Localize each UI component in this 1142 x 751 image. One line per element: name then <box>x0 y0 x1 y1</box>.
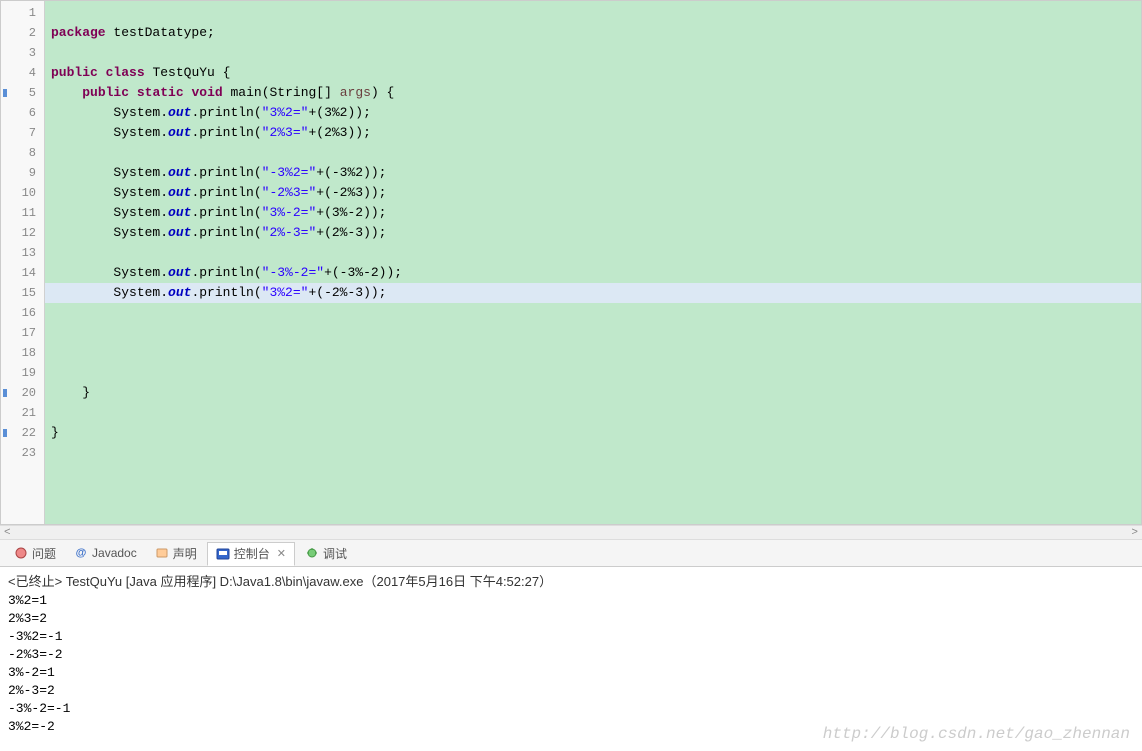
gutter-line: 22 <box>1 423 44 443</box>
code-line[interactable] <box>45 143 1141 163</box>
code-line[interactable] <box>45 443 1141 463</box>
console-line: 2%-3=2 <box>8 682 1134 700</box>
console-line: 3%-2=1 <box>8 664 1134 682</box>
editor-pane: 1234567891011121314151617181920212223 pa… <box>0 0 1142 525</box>
tab-console[interactable]: 控制台 ✕ <box>207 542 295 566</box>
close-icon[interactable]: ✕ <box>277 547 286 560</box>
javadoc-icon: @ <box>74 546 88 560</box>
code-line[interactable] <box>45 43 1141 63</box>
code-line[interactable] <box>45 343 1141 363</box>
code-line[interactable] <box>45 243 1141 263</box>
tab-console-label: 控制台 <box>234 545 270 562</box>
code-line[interactable] <box>45 323 1141 343</box>
declaration-icon <box>155 546 169 560</box>
gutter-line: 2 <box>1 23 44 43</box>
tab-javadoc-label: Javadoc <box>92 546 137 560</box>
console-output[interactable]: 3%2=12%3=2-3%2=-1-2%3=-23%-2=12%-3=2-3%-… <box>8 592 1134 736</box>
code-area[interactable]: package testDatatype; public class TestQu… <box>45 1 1141 524</box>
code-line[interactable]: System.out.println("3%2="+(3%2)); <box>45 103 1141 123</box>
code-line[interactable] <box>45 303 1141 323</box>
code-line[interactable]: System.out.println("-3%2="+(-3%2)); <box>45 163 1141 183</box>
code-line[interactable] <box>45 363 1141 383</box>
code-line[interactable]: public class TestQuYu { <box>45 63 1141 83</box>
scroll-left-icon[interactable]: < <box>4 527 11 539</box>
gutter: 1234567891011121314151617181920212223 <box>1 1 45 524</box>
gutter-line: 21 <box>1 403 44 423</box>
gutter-line: 15 <box>1 283 44 303</box>
scroll-right-icon[interactable]: > <box>1131 527 1138 539</box>
debug-icon <box>305 546 319 560</box>
console-line: 2%3=2 <box>8 610 1134 628</box>
console-line: -3%2=-1 <box>8 628 1134 646</box>
gutter-line: 13 <box>1 243 44 263</box>
gutter-line: 7 <box>1 123 44 143</box>
gutter-line: 8 <box>1 143 44 163</box>
code-line[interactable]: System.out.println("3%-2="+(3%-2)); <box>45 203 1141 223</box>
code-line[interactable]: package testDatatype; <box>45 23 1141 43</box>
tab-problems[interactable]: 问题 <box>6 541 64 565</box>
gutter-line: 3 <box>1 43 44 63</box>
code-line[interactable]: public static void main(String[] args) { <box>45 83 1141 103</box>
gutter-line: 16 <box>1 303 44 323</box>
console-line: 3%2=1 <box>8 592 1134 610</box>
tab-debug[interactable]: 调试 <box>297 541 355 565</box>
tab-declaration[interactable]: 声明 <box>147 541 205 565</box>
gutter-line: 1 <box>1 3 44 23</box>
gutter-line: 10 <box>1 183 44 203</box>
console-pane: <已终止> TestQuYu [Java 应用程序] D:\Java1.8\bi… <box>0 567 1142 740</box>
gutter-line: 9 <box>1 163 44 183</box>
gutter-line: 5 <box>1 83 44 103</box>
gutter-line: 23 <box>1 443 44 463</box>
horizontal-scrollbar[interactable]: < > <box>0 525 1142 539</box>
problems-icon <box>14 546 28 560</box>
code-line[interactable]: System.out.println("2%3="+(2%3)); <box>45 123 1141 143</box>
console-icon <box>216 547 230 561</box>
code-line[interactable] <box>45 403 1141 423</box>
console-line: -2%3=-2 <box>8 646 1134 664</box>
gutter-line: 14 <box>1 263 44 283</box>
gutter-line: 6 <box>1 103 44 123</box>
code-line[interactable]: } <box>45 383 1141 403</box>
code-line[interactable]: System.out.println("-2%3="+(-2%3)); <box>45 183 1141 203</box>
gutter-line: 17 <box>1 323 44 343</box>
code-line[interactable]: System.out.println("2%-3="+(2%-3)); <box>45 223 1141 243</box>
tab-problems-label: 问题 <box>32 545 56 562</box>
tab-javadoc[interactable]: @ Javadoc <box>66 541 145 565</box>
console-header: <已终止> TestQuYu [Java 应用程序] D:\Java1.8\bi… <box>8 571 1134 590</box>
gutter-line: 4 <box>1 63 44 83</box>
code-line[interactable]: } <box>45 423 1141 443</box>
gutter-line: 20 <box>1 383 44 403</box>
bottom-tabs-bar: 问题 @ Javadoc 声明 控制台 ✕ 调试 <box>0 539 1142 567</box>
tab-declaration-label: 声明 <box>173 545 197 562</box>
code-line[interactable] <box>45 3 1141 23</box>
console-line: -3%-2=-1 <box>8 700 1134 718</box>
tab-debug-label: 调试 <box>323 545 347 562</box>
gutter-line: 18 <box>1 343 44 363</box>
watermark: http://blog.csdn.net/gao_zhennan <box>823 725 1130 743</box>
gutter-line: 11 <box>1 203 44 223</box>
code-line[interactable]: System.out.println("-3%-2="+(-3%-2)); <box>45 263 1141 283</box>
gutter-line: 19 <box>1 363 44 383</box>
code-line[interactable]: System.out.println("3%2="+(-2%-3)); <box>45 283 1141 303</box>
gutter-line: 12 <box>1 223 44 243</box>
